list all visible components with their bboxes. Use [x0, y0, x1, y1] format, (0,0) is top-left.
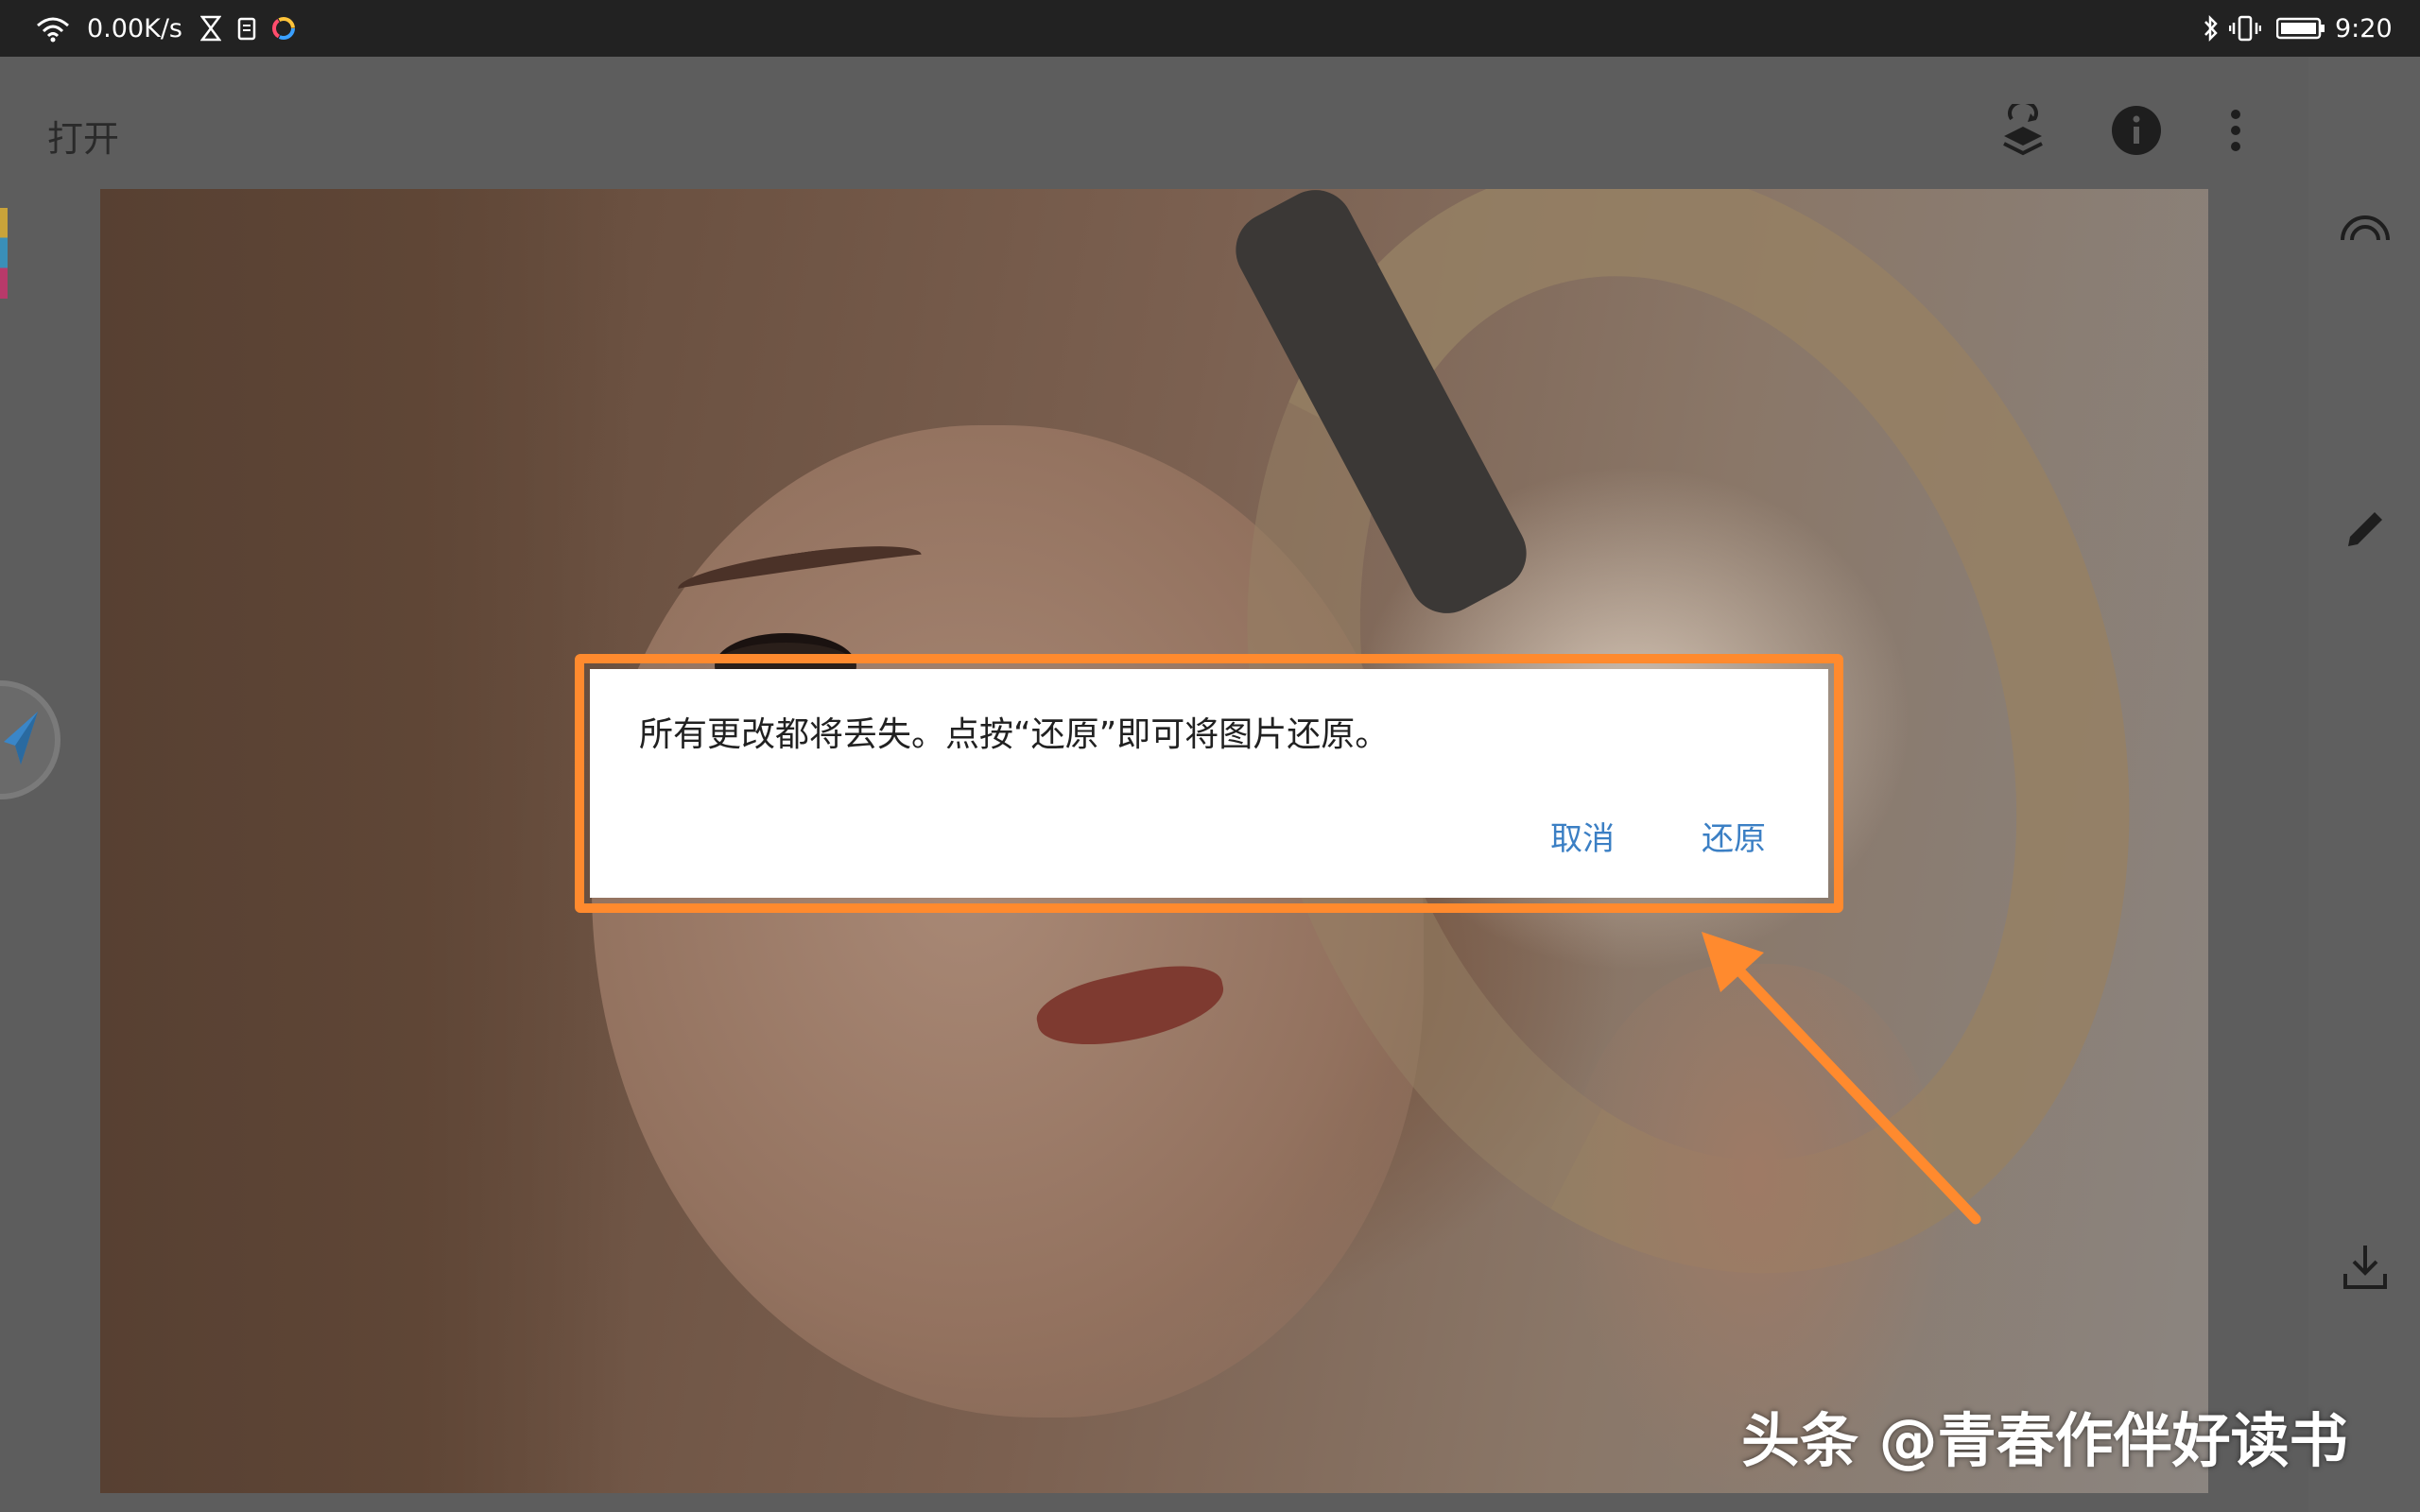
hourglass-icon: [200, 0, 221, 57]
restore-button[interactable]: 还原: [1702, 813, 1766, 859]
watermark: 头条 @青春作伴好读书: [1741, 1406, 2348, 1475]
bluetooth-icon: [2203, 0, 2220, 57]
status-bar: 0.00K/s 9:20: [0, 0, 2420, 57]
sync-ring-icon: [270, 0, 297, 57]
clipboard-icon: [236, 0, 257, 57]
photo-hair: [100, 189, 630, 1493]
status-clock: 9:20: [2335, 13, 2393, 43]
wifi-icon: [34, 0, 72, 57]
left-edge-color-strip: [0, 208, 8, 299]
floating-assistant-bubble[interactable]: [0, 680, 60, 799]
layers-reset-icon[interactable]: [1995, 102, 2051, 159]
paper-plane-icon: [2, 710, 40, 770]
vibrate-icon: [2229, 0, 2261, 57]
download-icon[interactable]: [2337, 1238, 2394, 1295]
dialog-message: 所有更改都将丢失。点按“还原”即可将图片还原。: [639, 715, 1390, 754]
side-tool-rail: [2308, 57, 2420, 1512]
looks-icon[interactable]: [2337, 197, 2394, 253]
info-icon[interactable]: [2108, 102, 2165, 159]
more-vert-icon[interactable]: [2207, 102, 2264, 159]
battery-icon: [2276, 0, 2325, 57]
open-button[interactable]: 打开: [47, 110, 119, 162]
restore-confirm-dialog: 所有更改都将丢失。点按“还原”即可将图片还原。 取消 还原: [590, 669, 1828, 898]
cancel-button[interactable]: 取消: [1550, 813, 1615, 859]
network-speed: 0.00K/s: [87, 13, 182, 43]
edit-pencil-icon[interactable]: [2337, 501, 2394, 558]
annotation-arrow: [1702, 932, 1981, 1225]
